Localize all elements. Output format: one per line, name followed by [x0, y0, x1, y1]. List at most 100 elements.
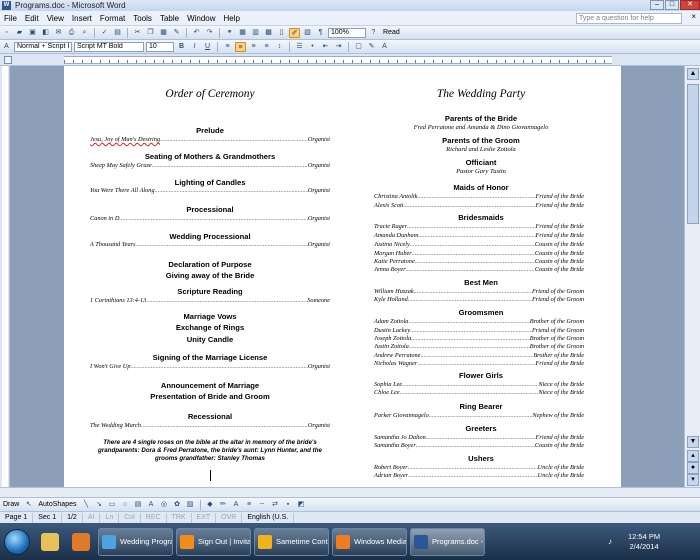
task-sametime[interactable]: Sametime Contac...	[254, 527, 329, 556]
align-left-icon[interactable]: ≡	[222, 42, 233, 52]
menu-edit[interactable]: Edit	[21, 14, 43, 23]
menu-help[interactable]: Help	[220, 14, 244, 23]
font-color-icon[interactable]: A	[379, 42, 390, 52]
horizontal-ruler[interactable]	[0, 54, 700, 66]
minimize-button[interactable]: –	[650, 0, 664, 10]
select-browse-object-icon[interactable]: ●	[687, 462, 699, 474]
bold-button[interactable]: B	[176, 42, 187, 52]
font-size-select[interactable]: 10	[146, 41, 174, 52]
help-icon[interactable]: ?	[368, 28, 379, 38]
styles-pane-icon[interactable]: A	[1, 42, 12, 52]
horizontal-scrollbar[interactable]	[0, 487, 700, 497]
menu-view[interactable]: View	[43, 14, 68, 23]
cut-icon[interactable]: ✂	[132, 28, 143, 38]
draw-menu-button[interactable]: Draw	[0, 500, 22, 510]
print-preview-icon[interactable]: ⌕	[79, 28, 90, 38]
help-search-input[interactable]: Type a question for help	[576, 13, 682, 24]
drawing-icon[interactable]: ✐	[289, 27, 300, 38]
print-icon[interactable]: ⎙	[66, 28, 77, 38]
line-color-icon[interactable]: ✏	[218, 500, 229, 510]
new-document-icon[interactable]: ▫	[1, 28, 12, 38]
numbering-icon[interactable]: ☰	[294, 42, 305, 52]
redo-icon[interactable]: ↷	[204, 28, 215, 38]
open-folder-icon[interactable]: ▰	[14, 28, 25, 38]
tab-selector[interactable]	[4, 56, 12, 64]
pinned-explorer-icon[interactable]	[36, 528, 64, 556]
menu-table[interactable]: Table	[156, 14, 183, 23]
status-ovr[interactable]: OVR	[216, 512, 243, 523]
show-hide-icon[interactable]: ¶	[315, 28, 326, 38]
status-ext[interactable]: EXT	[192, 512, 217, 523]
scrollbar-thumb[interactable]	[687, 84, 699, 224]
menu-file[interactable]: File	[0, 14, 21, 23]
word-app-icon[interactable]: W	[2, 1, 11, 10]
document-map-icon[interactable]: ▧	[302, 28, 313, 38]
underline-button[interactable]: U	[202, 42, 213, 52]
wordart-icon[interactable]: A	[146, 500, 157, 510]
rectangle-icon[interactable]: ▭	[107, 500, 118, 510]
line-spacing-icon[interactable]: ↕	[274, 42, 285, 52]
menu-format[interactable]: Format	[96, 14, 129, 23]
oval-icon[interactable]: ○	[120, 500, 131, 510]
select-objects-icon[interactable]: ↖	[23, 500, 34, 510]
permission-icon[interactable]: ◧	[40, 28, 51, 38]
status-rec[interactable]: REC	[141, 512, 167, 523]
fill-color-icon[interactable]: ◆	[205, 500, 216, 510]
font-color-draw-icon[interactable]: A	[231, 500, 242, 510]
font-select[interactable]: Script MT Bold	[74, 41, 144, 52]
arrow-style-icon[interactable]: ⇄	[270, 500, 281, 510]
align-center-icon[interactable]: ≡	[235, 41, 246, 52]
spelling-icon[interactable]: ✓	[99, 28, 110, 38]
arrow-icon[interactable]: ↘	[94, 500, 105, 510]
read-button[interactable]: Read	[380, 28, 403, 38]
menu-window[interactable]: Window	[183, 14, 219, 23]
close-document-icon[interactable]: ×	[691, 12, 696, 21]
clock[interactable]: 12:54 PM 2/4/2014	[628, 532, 660, 552]
insert-excel-icon[interactable]: ▩	[263, 28, 274, 38]
scroll-up-icon[interactable]: ▲	[687, 68, 699, 80]
task-sign-out[interactable]: Sign Out | Invitati...	[176, 527, 251, 556]
maximize-button[interactable]: □	[665, 0, 679, 10]
previous-page-icon[interactable]: ▴	[687, 450, 699, 462]
hyperlink-icon[interactable]: ⚭	[224, 28, 235, 38]
menu-insert[interactable]: Insert	[68, 14, 96, 23]
close-button[interactable]: ✕	[680, 0, 700, 10]
start-button[interactable]	[4, 528, 30, 555]
task-wedding-programs[interactable]: Wedding Progra...	[98, 527, 173, 556]
next-page-icon[interactable]: ▾	[687, 474, 699, 486]
increase-indent-icon[interactable]: ⇥	[333, 42, 344, 52]
outside-border-icon[interactable]: ▢	[353, 42, 364, 52]
shadow-style-icon[interactable]: ▪	[283, 500, 294, 510]
status-language[interactable]: English (U.S.	[242, 512, 295, 523]
picture-icon[interactable]: ▨	[185, 500, 196, 510]
3d-style-icon[interactable]: ◩	[296, 500, 307, 510]
decrease-indent-icon[interactable]: ⇤	[320, 42, 331, 52]
autoshapes-menu-button[interactable]: AutoShapes	[35, 500, 79, 510]
save-icon[interactable]: ▣	[27, 28, 38, 38]
email-icon[interactable]: ✉	[53, 28, 64, 38]
text-box-icon[interactable]: ▤	[133, 500, 144, 510]
align-right-icon[interactable]: ≡	[248, 42, 259, 52]
line-icon[interactable]: ╲	[81, 500, 92, 510]
insert-table-icon[interactable]: ▥	[250, 28, 261, 38]
style-select[interactable]: Normal + Script I	[14, 41, 72, 52]
italic-button[interactable]: I	[189, 42, 200, 52]
dash-style-icon[interactable]: ┄	[257, 500, 268, 510]
copy-icon[interactable]: ❐	[145, 28, 156, 38]
tables-borders-icon[interactable]: ▦	[237, 28, 248, 38]
vertical-ruler[interactable]	[0, 66, 10, 487]
document-page[interactable]: Order of Ceremony Prelude Jesu, Joy of M…	[64, 66, 621, 487]
volume-icon[interactable]: ♪	[608, 537, 612, 546]
task-programs-doc[interactable]: Programs.doc - ...	[410, 527, 485, 556]
bullets-icon[interactable]: •	[307, 42, 318, 52]
paste-icon[interactable]: ▦	[158, 28, 169, 38]
research-icon[interactable]: ▤	[112, 28, 123, 38]
status-trk[interactable]: TRK	[167, 512, 192, 523]
clip-art-icon[interactable]: ✿	[172, 500, 183, 510]
menu-tools[interactable]: Tools	[129, 14, 156, 23]
format-painter-icon[interactable]: ✎	[171, 28, 182, 38]
columns-icon[interactable]: ▯	[276, 28, 287, 38]
zoom-select[interactable]: 100%	[328, 27, 366, 38]
scroll-down-icon[interactable]: ▼	[687, 436, 699, 448]
diagram-icon[interactable]: ◎	[159, 500, 170, 510]
